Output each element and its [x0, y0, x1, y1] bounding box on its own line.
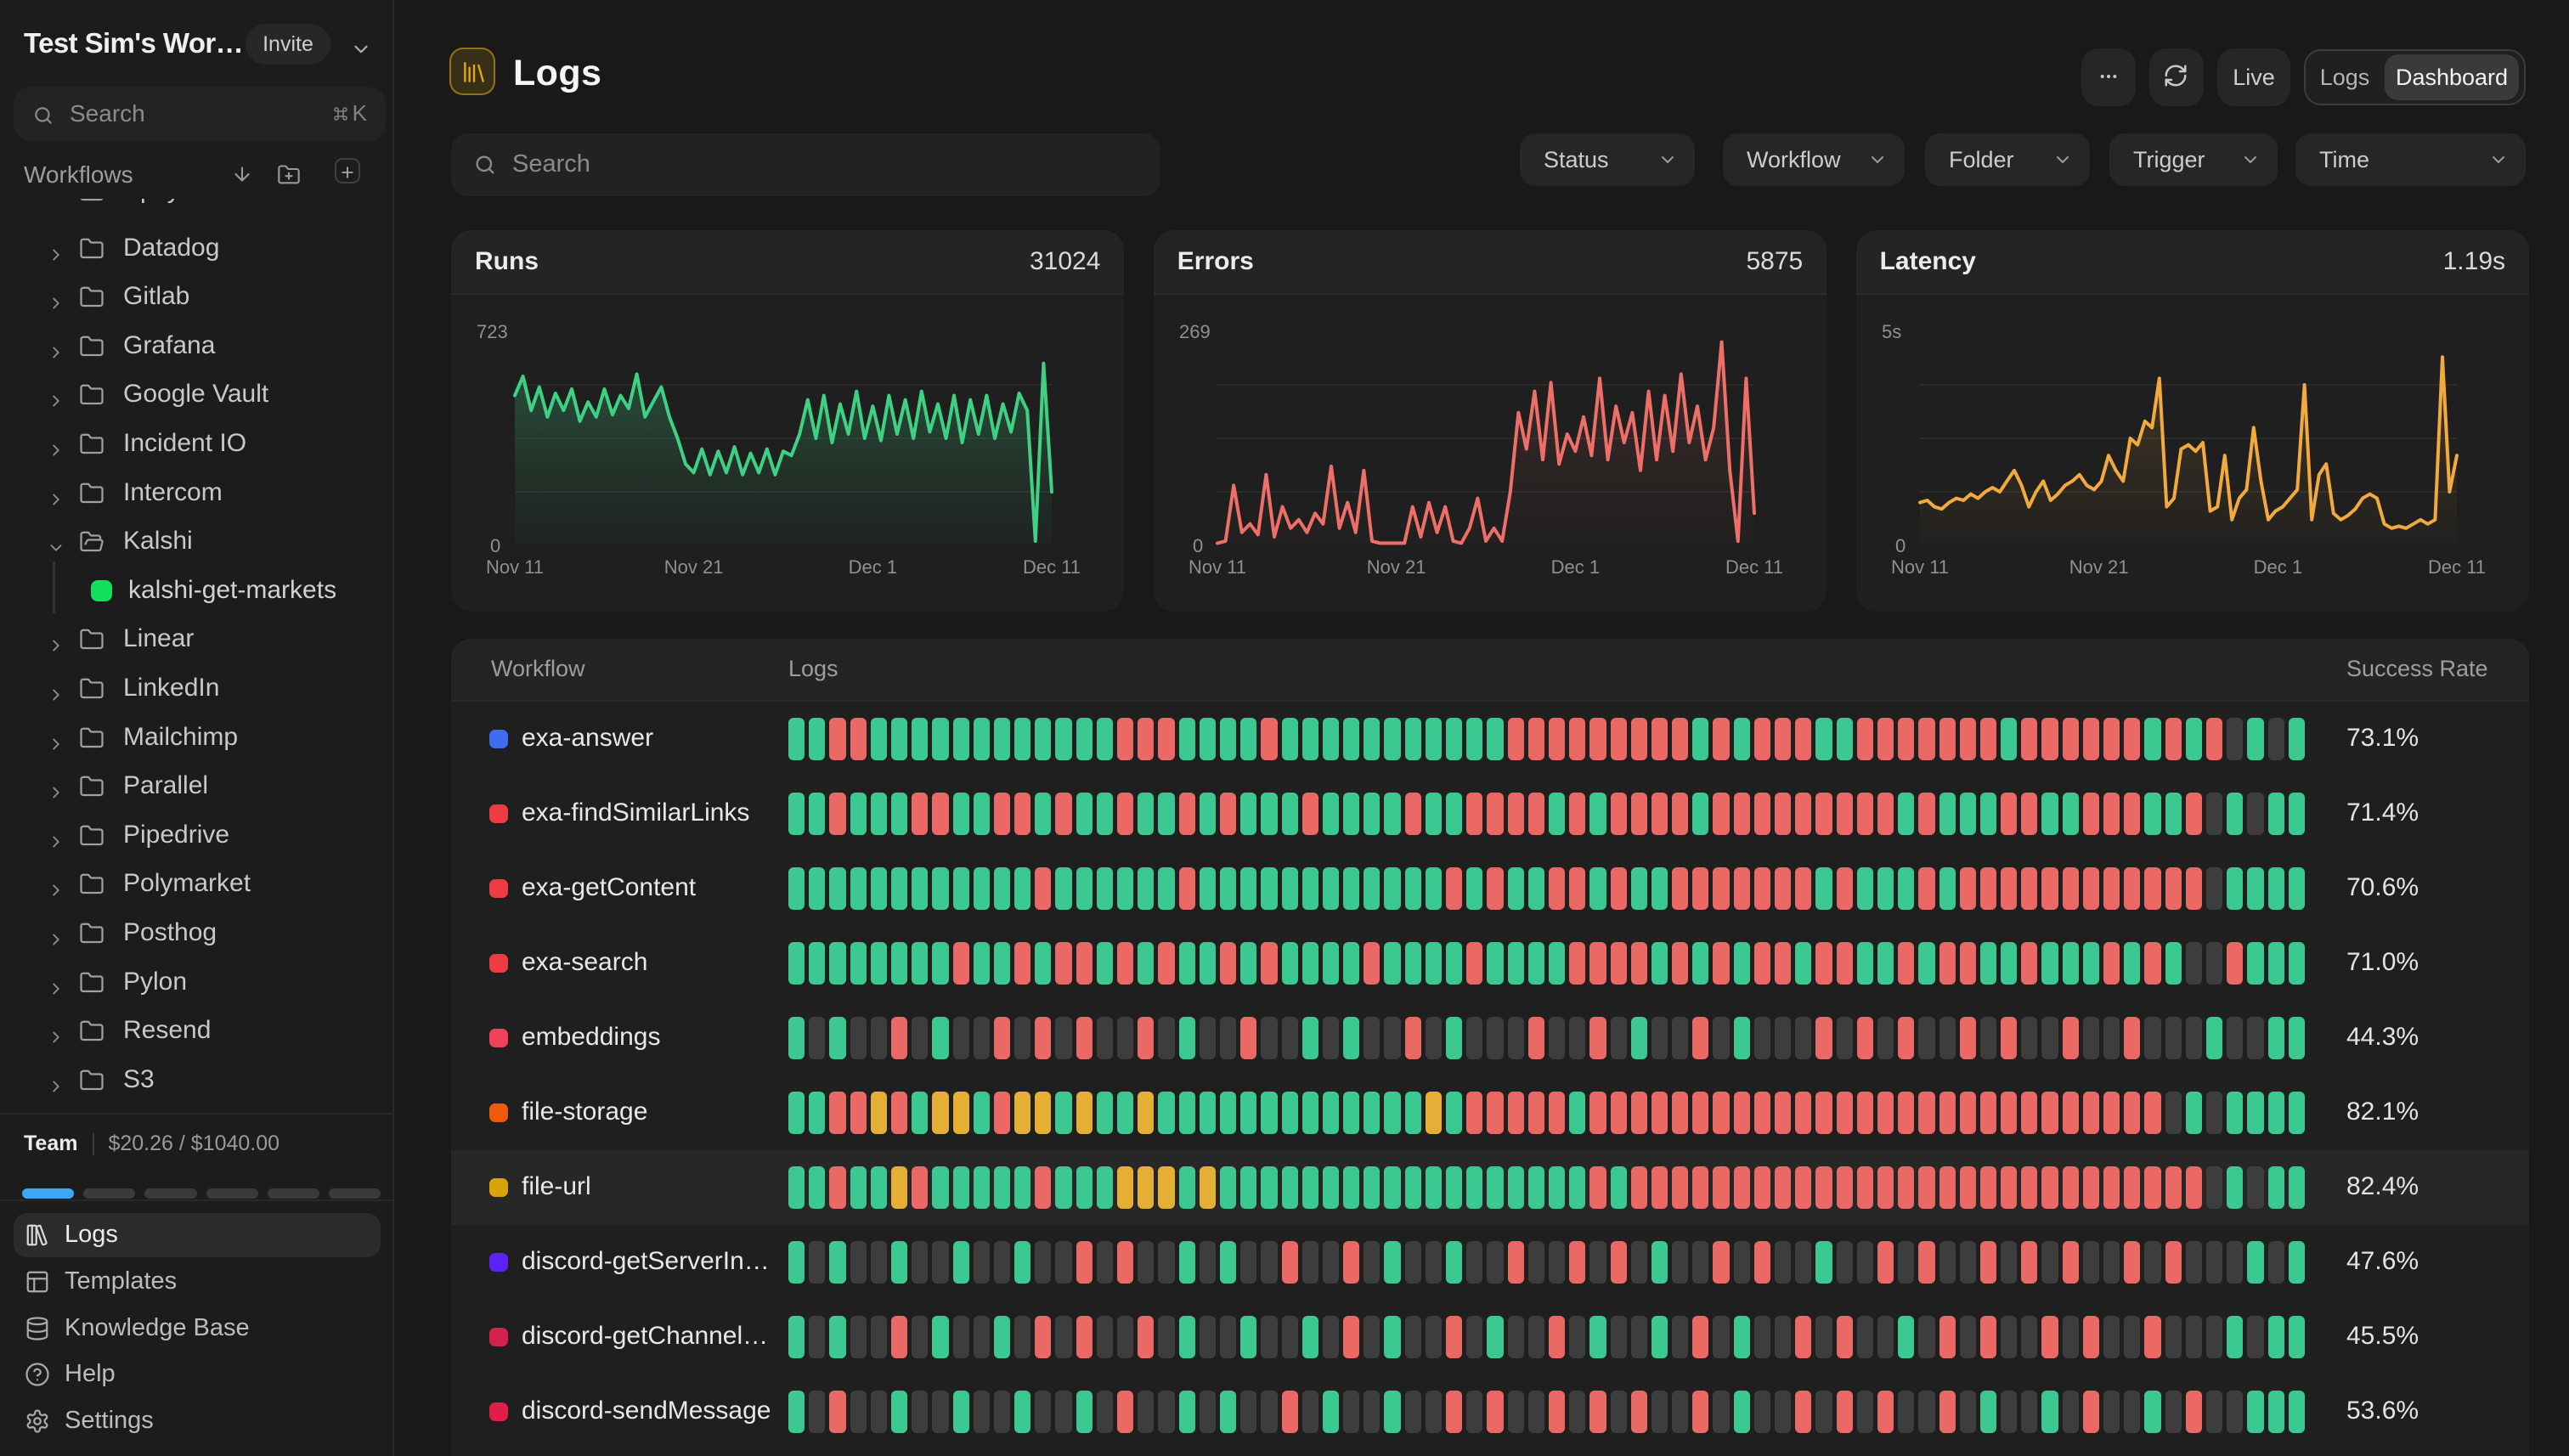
svg-text:269: 269	[1179, 321, 1211, 342]
svg-text:Dec 11: Dec 11	[1725, 556, 1783, 578]
svg-text:Dec 1: Dec 1	[849, 556, 897, 578]
svg-text:0: 0	[1895, 535, 1906, 556]
svg-text:0: 0	[1193, 535, 1203, 556]
svg-text:0: 0	[490, 535, 500, 556]
svg-text:Nov 21: Nov 21	[1367, 556, 1426, 578]
svg-text:Nov 21: Nov 21	[2069, 556, 2128, 578]
svg-text:Nov 11: Nov 11	[486, 556, 544, 578]
svg-text:723: 723	[477, 321, 508, 342]
svg-text:Nov 21: Nov 21	[664, 556, 724, 578]
svg-text:Nov 11: Nov 11	[1189, 556, 1246, 578]
svg-text:Dec 11: Dec 11	[1023, 556, 1081, 578]
svg-text:Nov 11: Nov 11	[1891, 556, 1949, 578]
svg-text:Dec 1: Dec 1	[1550, 556, 1599, 578]
svg-text:Dec 11: Dec 11	[2428, 556, 2486, 578]
svg-text:5s: 5s	[1882, 321, 1901, 342]
svg-text:Dec 1: Dec 1	[2253, 556, 2301, 578]
